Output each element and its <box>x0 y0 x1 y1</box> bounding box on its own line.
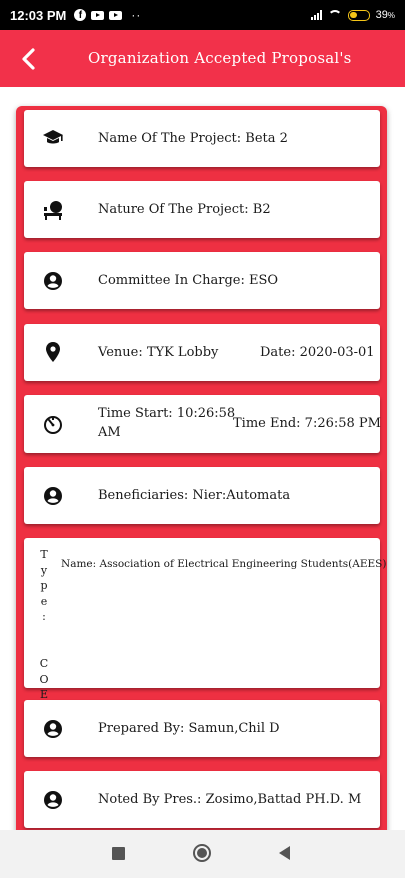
youtube-icon-2 <box>109 10 123 20</box>
signal-icon <box>310 10 322 20</box>
venue-text: Venue: TYK Lobby <box>98 345 219 360</box>
committee-text: Committee In Charge: ESO <box>98 273 279 288</box>
beneficiaries-text: Beneficiaries: Nier:Automata <box>98 488 291 503</box>
wifi-icon <box>327 10 342 20</box>
timer-icon <box>42 414 64 436</box>
app-bar: Organization Accepted Proposal's <box>0 30 405 87</box>
time-start-period: AM <box>98 425 121 440</box>
project-nature-card: Nature Of The Project: B2 <box>24 181 380 238</box>
status-time: 12:03 PM <box>10 7 67 23</box>
beneficiaries-card: Beneficiaries: Nier:Automata <box>24 467 380 524</box>
facebook-icon: f <box>74 9 87 21</box>
committee-card: Committee In Charge: ESO <box>24 252 380 309</box>
prepared-by-card: Prepared By: Samun,Chil D <box>24 700 380 757</box>
back-arrow-icon <box>22 48 35 70</box>
organization-name-text: Name: Association of Electrical Engineer… <box>61 558 387 570</box>
time-end-text: Time End: 7:26:58 PM <box>233 416 381 431</box>
time-start-text: Time Start: 10:26:58 <box>98 406 236 421</box>
status-bar: 12:03 PM f ·· 39% <box>0 0 405 30</box>
date-text: Date: 2020-03-01 <box>260 345 375 360</box>
page-title: Organization Accepted Proposal's <box>88 49 352 67</box>
back-button[interactable] <box>12 42 46 76</box>
battery-icon <box>347 9 370 21</box>
system-nav-bar <box>0 830 405 878</box>
home-icon[interactable] <box>193 844 211 862</box>
time-card: Time Start: 10:26:58 AM Time End: 7:26:5… <box>24 395 381 453</box>
notification-icons: f ·· <box>74 8 141 22</box>
organization-type: T y p e : C O E <box>39 548 49 702</box>
account-circle-icon <box>42 718 64 740</box>
more-notifications-icon: ·· <box>131 8 142 22</box>
system-icons: 39% <box>310 9 395 21</box>
youtube-icon <box>91 10 105 20</box>
account-circle-icon <box>42 789 64 811</box>
noted-by-card: Noted By Pres.: Zosimo,Battad PH.D. M <box>24 771 380 828</box>
project-name-text: Name Of The Project: Beta 2 <box>98 131 288 146</box>
graduation-cap-icon <box>42 127 64 149</box>
account-circle-icon <box>42 270 64 292</box>
project-name-card: Name Of The Project: Beta 2 <box>24 110 380 167</box>
nav-back-icon[interactable] <box>279 846 290 860</box>
proposal-panel: Name Of The Project: Beta 2 Nature Of Th… <box>16 106 387 866</box>
battery-percent: 39% <box>375 9 395 21</box>
project-nature-text: Nature Of The Project: B2 <box>98 202 271 217</box>
person-at-desk-icon <box>42 199 64 221</box>
proposal-details-scroll[interactable]: Name Of The Project: Beta 2 Nature Of Th… <box>0 87 405 866</box>
noted-by-text: Noted By Pres.: Zosimo,Battad PH.D. M <box>98 792 362 807</box>
organization-card: T y p e : C O E Name: Association of Ele… <box>24 538 386 701</box>
recent-apps-icon[interactable] <box>112 847 125 860</box>
location-pin-icon <box>42 341 64 363</box>
prepared-by-text: Prepared By: Samun,Chil D <box>98 721 280 736</box>
account-circle-icon <box>42 485 64 507</box>
venue-card: Venue: TYK Lobby Date: 2020-03-01 <box>24 324 380 381</box>
